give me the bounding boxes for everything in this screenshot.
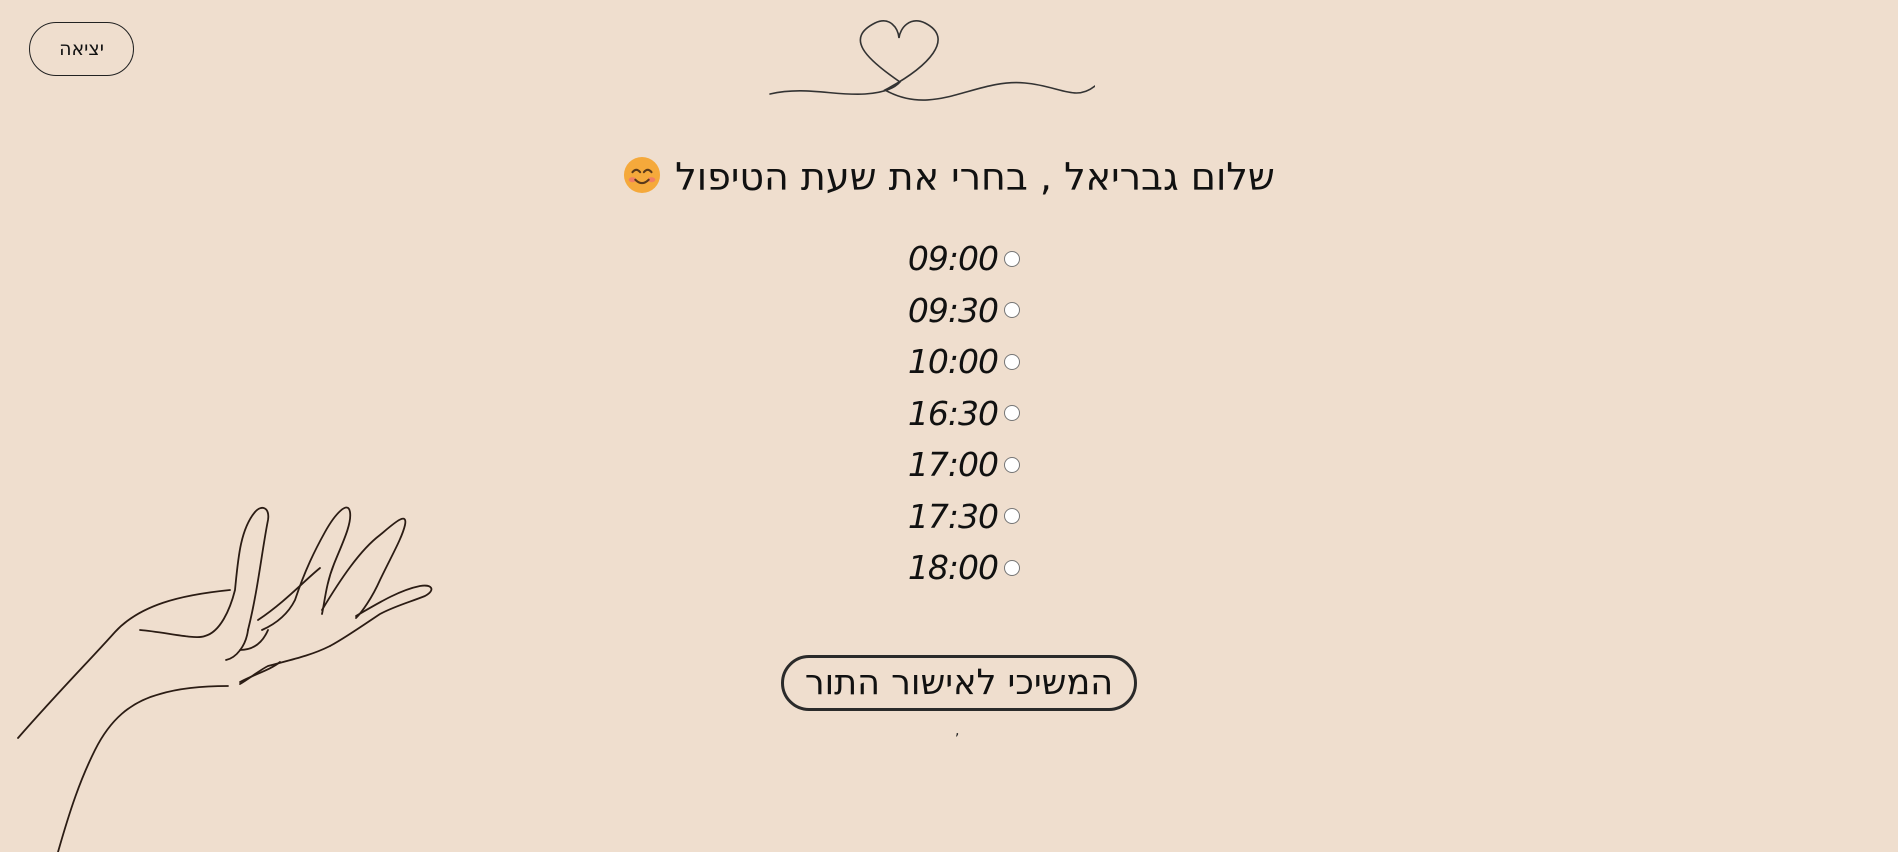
logout-button[interactable]: יציאה: [29, 22, 134, 76]
time-slot-option[interactable]: 17:30: [880, 491, 1020, 543]
time-slot-radio[interactable]: [1004, 508, 1020, 525]
time-slot-option[interactable]: 18:00: [880, 542, 1020, 594]
time-slot-option[interactable]: 09:00: [880, 233, 1020, 285]
time-slot-option[interactable]: 16:30: [880, 388, 1020, 440]
time-slot-radio[interactable]: [1004, 456, 1020, 473]
continue-to-confirmation-button[interactable]: המשיכי לאישור התור: [781, 655, 1137, 711]
time-slot-list: 09:00 09:30 10:00 16:30 17:00 17:30 18:00: [880, 233, 1020, 594]
time-slot-label: 10:00: [907, 342, 999, 382]
time-slot-radio[interactable]: [1004, 302, 1020, 319]
time-slot-radio[interactable]: [1004, 405, 1020, 422]
time-slot-label: 16:30: [907, 393, 999, 433]
time-slot-label: 18:00: [907, 548, 999, 588]
time-slot-label: 17:30: [907, 496, 999, 536]
time-slot-label: 09:00: [907, 239, 999, 279]
stray-mark: ,: [955, 723, 960, 739]
smiling-face-icon: [624, 156, 661, 194]
time-slot-option[interactable]: 17:00: [880, 439, 1020, 491]
time-slot-radio[interactable]: [1004, 353, 1020, 370]
time-slot-option[interactable]: 10:00: [880, 336, 1020, 388]
greeting-text: שלום גבריאל , בחרי את שעת הטיפול: [675, 155, 1275, 199]
time-slot-radio[interactable]: [1004, 250, 1020, 267]
heart-line-icon: [769, 20, 1095, 101]
time-slot-radio[interactable]: [1004, 559, 1020, 576]
time-slot-label: 17:00: [907, 445, 999, 485]
time-slot-option[interactable]: 09:30: [880, 285, 1020, 337]
page-title: שלום גבריאל , בחרי את שעת הטיפול: [0, 148, 1898, 206]
open-hand-icon: [17, 506, 433, 852]
time-slot-label: 09:30: [907, 290, 999, 330]
